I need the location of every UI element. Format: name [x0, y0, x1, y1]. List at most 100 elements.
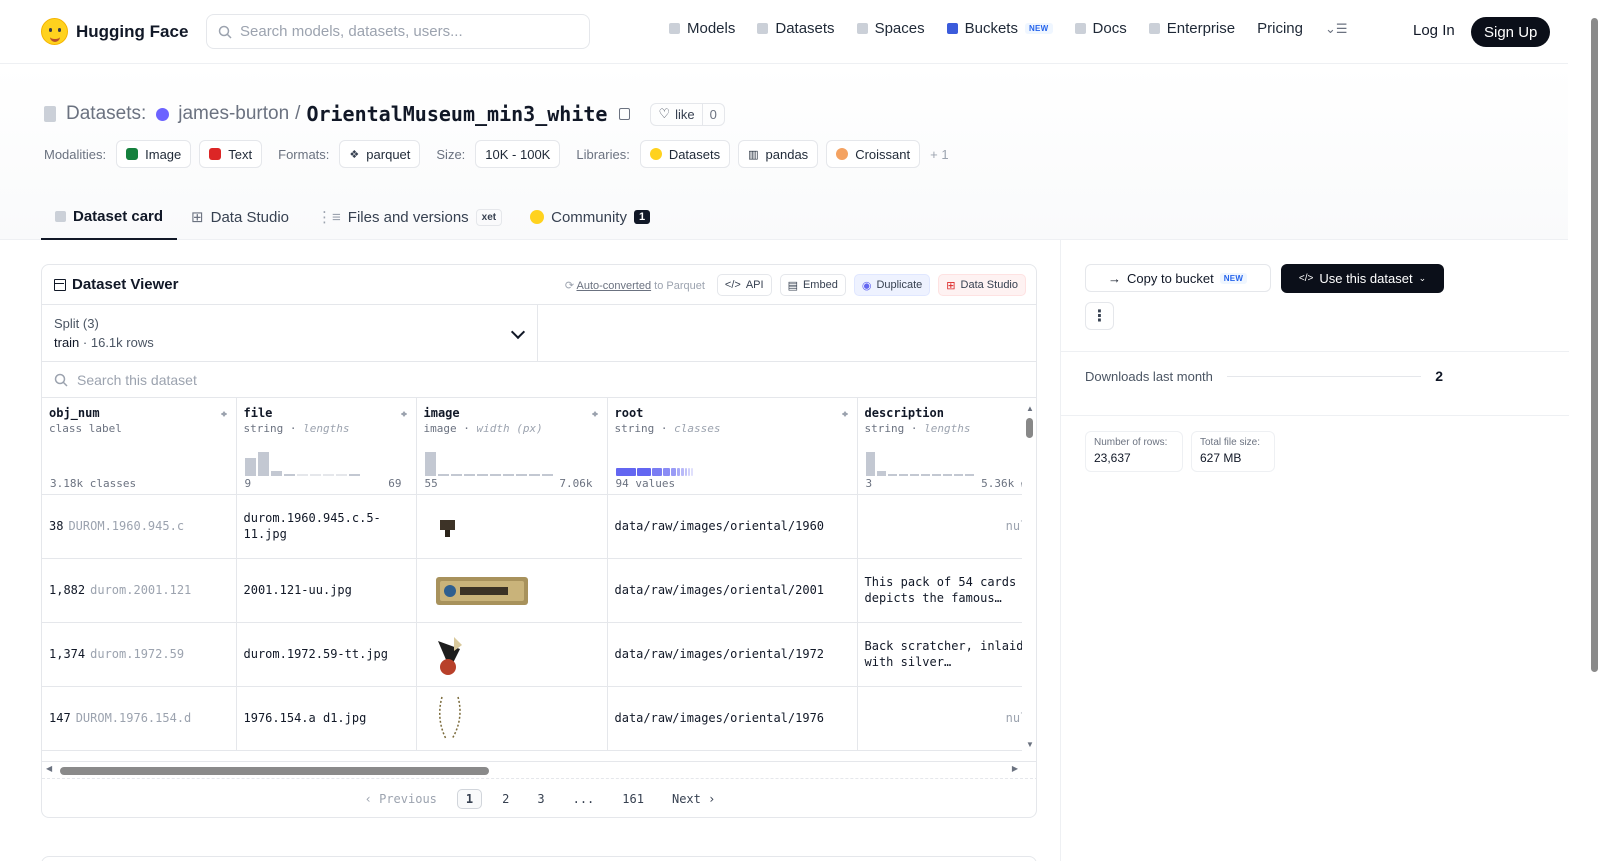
more-options-button[interactable]: ⋮ — [1085, 302, 1114, 330]
histogram-bar[interactable] — [898, 473, 908, 476]
column-header-image[interactable]: image image · width (px) 55 7.06k — [416, 398, 608, 495]
nav-docs[interactable]: Docs — [1074, 20, 1127, 37]
histogram-bar[interactable] — [437, 473, 449, 476]
nav-spaces[interactable]: Spaces — [856, 20, 925, 37]
histogram-bar[interactable] — [920, 473, 930, 476]
histogram[interactable] — [424, 446, 553, 476]
class-segment[interactable] — [680, 467, 684, 476]
table-horizontal-scroll-thumb[interactable] — [60, 767, 489, 775]
histogram-bar[interactable] — [283, 473, 295, 476]
page-button[interactable]: 1 — [456, 788, 483, 809]
tab-community[interactable]: Community 1 — [516, 194, 664, 240]
size-chip[interactable]: 10K - 100K — [475, 140, 561, 168]
page-scroll-thumb[interactable] — [1591, 18, 1598, 672]
more-menu-icon[interactable]: ⌄☰ — [1325, 21, 1348, 37]
table-vertical-scrollbar[interactable]: ▲ ▼ — [1026, 404, 1034, 749]
scroll-left-icon[interactable]: ◀ — [46, 764, 52, 773]
class-segment[interactable] — [615, 467, 636, 476]
image-thumbnail[interactable] — [423, 693, 474, 743]
root-cell[interactable]: data/raw/images/oriental/1976 — [607, 686, 858, 751]
scroll-up-icon[interactable]: ▲ — [1026, 404, 1034, 413]
split-selector[interactable]: Split (3) train · 16.1k rows — [42, 305, 538, 361]
file-cell[interactable]: 1976.154.a d1.jpg — [236, 686, 417, 751]
class-distribution-bar[interactable] — [615, 467, 701, 476]
dataset-name[interactable]: OrientalMuseum_min3_white — [306, 102, 607, 126]
class-segment[interactable] — [651, 467, 662, 476]
histogram-bar[interactable] — [296, 473, 308, 476]
class-segment[interactable] — [690, 467, 693, 476]
table-row[interactable]: 147 DUROM.1976.154.d 1976.154.a d1.jpg da… — [42, 686, 1022, 751]
histogram-bar[interactable] — [463, 473, 475, 476]
histogram-bar[interactable] — [244, 457, 256, 476]
column-header-root[interactable]: root string · classes 94 values — [607, 398, 858, 495]
page-button[interactable]: 3 — [529, 790, 552, 808]
file-cell[interactable]: 2001.121-uu.jpg — [236, 558, 417, 623]
column-header-description[interactable]: description string · lengths 35.36k ⌀ — [857, 398, 1022, 495]
histogram-bar[interactable] — [931, 473, 941, 476]
scroll-right-icon[interactable]: ▶ — [1012, 764, 1018, 773]
nav-buckets[interactable]: Buckets NEW — [946, 20, 1053, 37]
root-cell[interactable]: data/raw/images/oriental/2001 — [607, 558, 858, 623]
sort-icon[interactable] — [591, 408, 599, 420]
brand-logo[interactable]: Hugging Face — [41, 18, 188, 45]
file-cell[interactable]: durom.1972.59-tt.jpg — [236, 622, 417, 687]
histogram-bar[interactable] — [942, 473, 952, 476]
histogram-bar[interactable] — [335, 473, 347, 476]
global-search-input[interactable]: Search models, datasets, users... — [206, 14, 590, 49]
class-segment[interactable] — [662, 467, 670, 476]
description-cell[interactable]: null — [857, 494, 1022, 559]
copy-to-bucket-button[interactable]: → Copy to bucket NEW — [1085, 264, 1271, 292]
description-cell[interactable]: null — [857, 686, 1022, 751]
histogram-bar[interactable] — [476, 473, 488, 476]
duplicate-button[interactable]: ◉ Duplicate — [853, 274, 931, 296]
sort-icon[interactable] — [400, 408, 408, 420]
class-segment[interactable] — [684, 467, 687, 476]
data-studio-button[interactable]: ⊞ Data Studio — [938, 274, 1026, 296]
signup-button[interactable]: Sign Up — [1471, 17, 1551, 47]
histogram-bar[interactable] — [964, 473, 974, 476]
scroll-down-icon[interactable]: ▼ — [1026, 740, 1034, 749]
histogram-bar[interactable] — [257, 451, 269, 476]
histogram-bar[interactable] — [450, 473, 462, 476]
nav-enterprise[interactable]: Enterprise — [1148, 20, 1235, 37]
tab-files-versions[interactable]: ⋮≡ Files and versions xet — [303, 194, 516, 240]
histogram-bar[interactable] — [270, 470, 282, 476]
next-page-button[interactable]: Next › — [664, 790, 723, 808]
nav-pricing[interactable]: Pricing — [1257, 20, 1303, 37]
previous-page-button[interactable]: ‹ Previous — [357, 790, 445, 808]
auto-converted-link[interactable]: Auto-converted — [576, 280, 651, 292]
nav-datasets[interactable]: Datasets — [757, 20, 835, 37]
login-link[interactable]: Log In — [1413, 22, 1455, 39]
class-segment[interactable] — [670, 467, 676, 476]
use-this-dataset-button[interactable]: </> Use this dataset ⌄ — [1281, 264, 1444, 293]
table-row[interactable]: 38 DUROM.1960.945.c durom.1960.945.c.5-11… — [42, 494, 1022, 559]
histogram[interactable] — [865, 446, 974, 476]
histogram-bar[interactable] — [348, 473, 360, 476]
histogram-bar[interactable] — [502, 473, 514, 476]
histogram-bar[interactable] — [489, 473, 501, 476]
sort-icon[interactable] — [841, 408, 849, 420]
tab-dataset-card[interactable]: Dataset card — [41, 194, 178, 240]
api-button[interactable]: </> API — [716, 274, 772, 296]
embed-button[interactable]: ▤ Embed — [779, 274, 846, 296]
owner-link[interactable]: james-burton — [178, 103, 289, 125]
image-thumbnail[interactable] — [423, 501, 474, 551]
table-row[interactable]: 1,374 durom.1972.59 durom.1972.59-tt.jpg … — [42, 622, 1022, 687]
copy-icon[interactable] — [619, 108, 631, 120]
root-cell[interactable]: data/raw/images/oriental/1972 — [607, 622, 858, 687]
page-scrollbar[interactable] — [1590, 0, 1600, 861]
image-thumbnail[interactable] — [423, 629, 474, 679]
column-header-file[interactable]: file string · lengths 9 69 — [236, 398, 417, 495]
histogram-bar[interactable] — [865, 451, 875, 476]
table-vertical-scroll-thumb[interactable] — [1026, 418, 1033, 438]
like-button[interactable]: ♡ like 0 — [650, 102, 725, 126]
column-header-obj-num[interactable]: obj_num class label 3.18k classes — [42, 398, 237, 495]
page-button[interactable]: 2 — [494, 790, 517, 808]
class-segment[interactable] — [687, 467, 690, 476]
modality-image-chip[interactable]: Image — [116, 140, 192, 168]
histogram-bar[interactable] — [541, 473, 553, 476]
histogram-bar[interactable] — [953, 473, 963, 476]
format-parquet-chip[interactable]: ❖ parquet — [339, 140, 421, 168]
description-cell[interactable]: Back scratcher, inlaid with silver… — [857, 622, 1022, 687]
class-segment[interactable] — [676, 467, 680, 476]
